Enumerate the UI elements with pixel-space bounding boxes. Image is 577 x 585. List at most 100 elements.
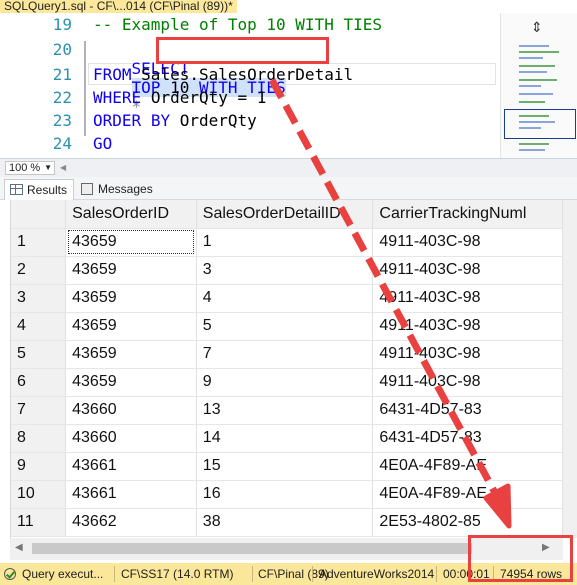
status-divider: [114, 566, 115, 582]
minimap-viewport[interactable]: [504, 109, 576, 139]
row-number-cell[interactable]: 11: [11, 508, 67, 537]
table-row[interactable]: 2 43659 3 4911-403C-98: [11, 256, 563, 285]
grid-cell[interactable]: 3: [196, 256, 374, 285]
grid-cell[interactable]: 4E0A-4F89-AE: [372, 480, 563, 509]
grid-cell[interactable]: 4911-403C-98: [372, 256, 563, 285]
grid-cell[interactable]: 43659: [65, 284, 197, 313]
minimap-line: [519, 71, 547, 73]
column-header-salesorderdetailid[interactable]: SalesOrderDetailID: [196, 200, 374, 229]
success-check-icon: [4, 568, 16, 580]
grid-cell[interactable]: 43660: [65, 424, 197, 453]
tab-messages[interactable]: Messages: [76, 179, 159, 200]
row-number-cell[interactable]: 1: [11, 228, 67, 257]
minimap-line: [519, 101, 545, 103]
status-divider: [436, 566, 437, 582]
split-window-icon[interactable]: ⇕: [531, 20, 543, 36]
results-table: SalesOrderID SalesOrderDetailID CarrierT…: [11, 200, 563, 537]
grid-cell[interactable]: 43661: [65, 480, 197, 509]
code-line-23: ORDER BY OrderQty: [93, 111, 257, 130]
grid-cell[interactable]: 43659: [65, 312, 197, 341]
table-row[interactable]: 8 43660 14 6431-4D57-83: [11, 424, 563, 453]
grid-cell[interactable]: 16: [196, 480, 374, 509]
grid-cell[interactable]: 6431-4D57-83: [372, 424, 563, 453]
scroll-left-arrow-icon[interactable]: ◀: [60, 163, 66, 172]
zoom-value: 100 %: [9, 162, 41, 174]
table-row[interactable]: 11 43662 38 2E53-4802-85: [11, 508, 563, 537]
grid-cell[interactable]: 13: [196, 396, 374, 425]
grid-cell[interactable]: 43660: [65, 396, 197, 425]
keyword-from: FROM: [93, 65, 132, 84]
code-line-22: WHERE OrderQty = 1: [93, 88, 266, 107]
grid-vertical-scrollbar[interactable]: [563, 200, 577, 538]
query-document-tab[interactable]: SQLQuery1.sql - CF\...014 (CF\Pinal (89)…: [0, 0, 237, 13]
row-number-cell[interactable]: 7: [11, 396, 67, 425]
minimap-line: [519, 45, 549, 47]
keyword-go: GO: [93, 134, 113, 153]
row-number-cell[interactable]: 3: [11, 284, 67, 313]
line-number: 20: [52, 40, 72, 59]
minimap-line: [519, 51, 559, 53]
grid-cell[interactable]: 7: [196, 340, 374, 369]
grid-cell[interactable]: 43659: [65, 340, 197, 369]
row-number-cell[interactable]: 10: [11, 480, 67, 509]
table-row[interactable]: 7 43660 13 6431-4D57-83: [11, 396, 563, 425]
tab-results[interactable]: Results: [4, 179, 75, 200]
scroll-right-arrow-icon[interactable]: ▶: [542, 542, 550, 553]
grid-cell[interactable]: 15: [196, 452, 374, 481]
grid-cell[interactable]: 43661: [65, 452, 197, 481]
minimap-line: [519, 85, 541, 87]
table-row[interactable]: 9 43661 15 4E0A-4F89-AE: [11, 452, 563, 481]
grid-cell[interactable]: 4911-403C-98: [372, 340, 563, 369]
column-header-salesorderid[interactable]: SalesOrderID: [65, 200, 197, 229]
order-column: OrderQty: [179, 111, 257, 130]
query-editor[interactable]: 19 20 21 22 23 24 -- Example of Top 10 W…: [0, 13, 500, 158]
grid-cell[interactable]: 4911-403C-98: [372, 284, 563, 313]
minimap-line: [519, 127, 541, 129]
table-row[interactable]: 1 43659 1 4911-403C-98: [11, 228, 563, 257]
editor-minimap[interactable]: ⇕: [500, 13, 577, 158]
grid-cell[interactable]: 43659: [65, 228, 197, 257]
grid-cell[interactable]: 4E0A-4F89-AE: [372, 452, 563, 481]
status-server: CF\SS17 (14.0 RTM): [121, 567, 234, 581]
grid-cell[interactable]: 5: [196, 312, 374, 341]
row-number-cell[interactable]: 8: [11, 424, 67, 453]
grid-cell[interactable]: 4911-403C-98: [372, 368, 563, 397]
grid-cell[interactable]: 6431-4D57-83: [372, 396, 563, 425]
row-number-cell[interactable]: 9: [11, 452, 67, 481]
grid-cell[interactable]: 14: [196, 424, 374, 453]
table-row[interactable]: 4 43659 5 4911-403C-98: [11, 312, 563, 341]
line-number: 24: [52, 134, 72, 153]
grid-horizontal-scrollbar[interactable]: ◀ ▶: [10, 538, 563, 560]
status-time: 00:00:01: [443, 567, 490, 581]
grid-cell[interactable]: 43662: [65, 508, 197, 537]
row-number-header[interactable]: [11, 200, 67, 229]
grid-cell[interactable]: 4911-403C-98: [372, 312, 563, 341]
row-number-cell[interactable]: 2: [11, 256, 67, 285]
zoom-select[interactable]: 100 % ▼: [5, 161, 55, 175]
grid-cell[interactable]: 43659: [65, 256, 197, 285]
grid-cell[interactable]: 1: [196, 228, 374, 257]
grid-cell[interactable]: 9: [196, 368, 374, 397]
grid-cell[interactable]: 2E53-4802-85: [372, 508, 563, 537]
table-name: Sales.SalesOrderDetail: [141, 65, 354, 84]
row-number-cell[interactable]: 4: [11, 312, 67, 341]
chevron-down-icon: ▼: [44, 163, 52, 172]
status-divider: [493, 566, 494, 582]
table-row[interactable]: 3 43659 4 4911-403C-98: [11, 284, 563, 313]
row-number-cell[interactable]: 6: [11, 368, 67, 397]
grid-cell[interactable]: 4: [196, 284, 374, 313]
table-row[interactable]: 10 43661 16 4E0A-4F89-AE: [11, 480, 563, 509]
grid-cell[interactable]: 38: [196, 508, 374, 537]
scroll-left-arrow-icon[interactable]: ◀: [15, 542, 23, 553]
grid-cell[interactable]: 43659: [65, 368, 197, 397]
status-rows: 74954 rows: [500, 567, 563, 581]
results-grid[interactable]: SalesOrderID SalesOrderDetailID CarrierT…: [10, 200, 563, 538]
table-row[interactable]: 6 43659 9 4911-403C-98: [11, 368, 563, 397]
column-header-carriertrackingnumber[interactable]: CarrierTrackingNuml: [372, 200, 563, 229]
line-number: 21: [52, 65, 72, 84]
table-row[interactable]: 5 43659 7 4911-403C-98: [11, 340, 563, 369]
header-row: SalesOrderID SalesOrderDetailID CarrierT…: [11, 200, 563, 229]
row-number-cell[interactable]: 5: [11, 340, 67, 369]
scrollbar-thumb[interactable]: [32, 543, 472, 554]
grid-cell[interactable]: 4911-403C-98: [372, 228, 563, 257]
